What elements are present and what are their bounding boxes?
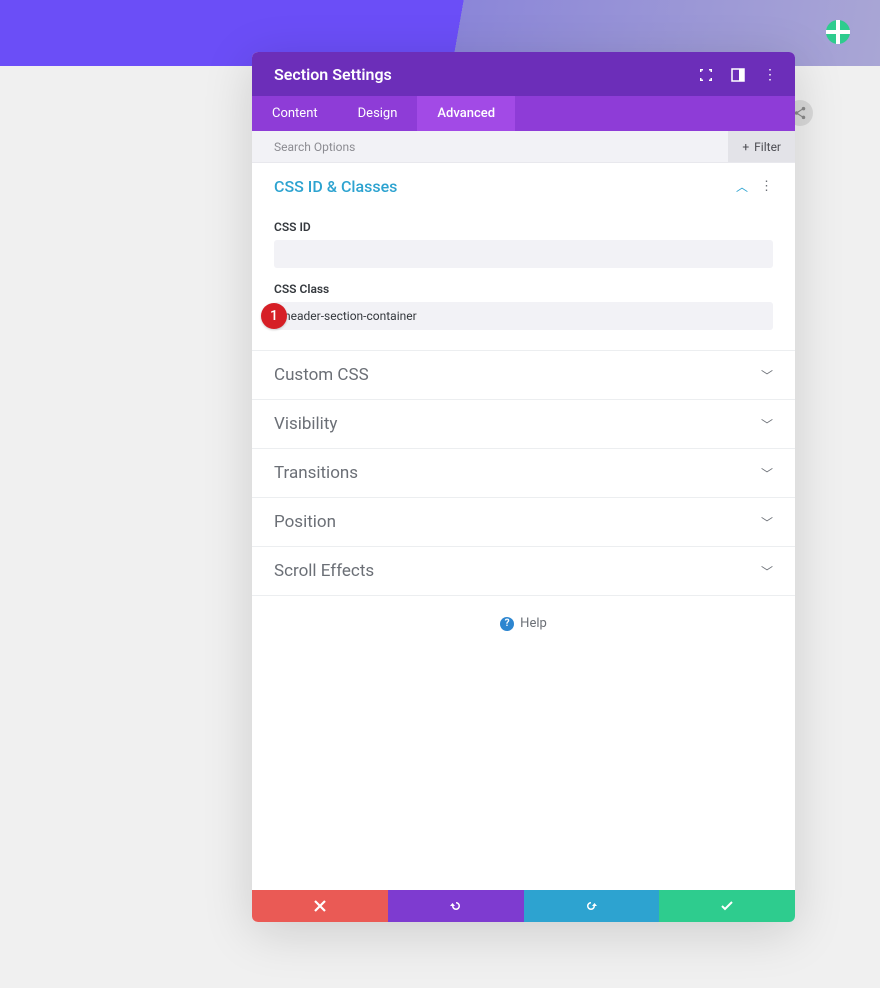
panel-header: Section Settings ⋮ bbox=[252, 52, 795, 96]
field-css-id: CSS ID bbox=[274, 220, 773, 268]
more-menu-icon[interactable]: ⋮ bbox=[763, 68, 777, 82]
section-header-position[interactable]: Position ﹀ bbox=[252, 498, 795, 546]
chevron-down-icon: ﹀ bbox=[761, 465, 773, 482]
css-id-input[interactable] bbox=[274, 240, 773, 268]
settings-panel: Section Settings ⋮ Content Design Advanc… bbox=[252, 52, 795, 922]
section-title: CSS ID & Classes bbox=[274, 177, 397, 196]
chevron-down-icon: ﹀ bbox=[761, 563, 773, 580]
undo-icon bbox=[450, 900, 462, 912]
filter-button[interactable]: + Filter bbox=[728, 131, 795, 162]
section-header-transitions[interactable]: Transitions ﹀ bbox=[252, 449, 795, 497]
panel-title: Section Settings bbox=[274, 65, 392, 84]
section-body-css-id-classes: CSS ID CSS Class 1 bbox=[252, 210, 795, 350]
section-more-icon[interactable]: ⋮ bbox=[760, 179, 773, 194]
close-icon bbox=[314, 900, 326, 912]
section-header-css-id-classes[interactable]: CSS ID & Classes ︿ ⋮ bbox=[252, 163, 795, 210]
undo-button[interactable] bbox=[388, 890, 524, 922]
annotation-step-badge: 1 bbox=[261, 303, 287, 329]
section-custom-css: Custom CSS ﹀ bbox=[252, 351, 795, 400]
css-class-input[interactable] bbox=[274, 302, 773, 330]
help-icon: ? bbox=[500, 617, 514, 631]
dock-icon[interactable] bbox=[731, 68, 745, 82]
section-title: Scroll Effects bbox=[274, 561, 374, 581]
section-header-custom-css[interactable]: Custom CSS ﹀ bbox=[252, 351, 795, 399]
redo-button[interactable] bbox=[524, 890, 660, 922]
section-header-scroll-effects[interactable]: Scroll Effects ﹀ bbox=[252, 547, 795, 595]
tab-advanced[interactable]: Advanced bbox=[417, 96, 515, 131]
expand-icon[interactable] bbox=[699, 68, 713, 82]
search-row: + Filter bbox=[252, 131, 795, 163]
plus-icon: + bbox=[742, 140, 749, 154]
panel-footer bbox=[252, 890, 795, 922]
section-header-visibility[interactable]: Visibility ﹀ bbox=[252, 400, 795, 448]
panel-tabs: Content Design Advanced bbox=[252, 96, 795, 131]
section-title: Position bbox=[274, 512, 336, 532]
section-scroll-effects: Scroll Effects ﹀ bbox=[252, 547, 795, 596]
tab-design[interactable]: Design bbox=[338, 96, 418, 131]
chevron-down-icon: ﹀ bbox=[761, 367, 773, 384]
chevron-down-icon: ﹀ bbox=[761, 514, 773, 531]
section-transitions: Transitions ﹀ bbox=[252, 449, 795, 498]
save-button[interactable] bbox=[659, 890, 795, 922]
section-visibility: Visibility ﹀ bbox=[252, 400, 795, 449]
css-class-label: CSS Class bbox=[274, 282, 773, 296]
chevron-up-icon: ︿ bbox=[736, 178, 748, 195]
css-id-label: CSS ID bbox=[274, 220, 773, 234]
panel-body: CSS ID & Classes ︿ ⋮ CSS ID CSS Class 1 bbox=[252, 163, 795, 890]
field-css-class: CSS Class 1 bbox=[274, 282, 773, 330]
section-title: Transitions bbox=[274, 463, 358, 483]
redo-icon bbox=[585, 900, 597, 912]
chevron-down-icon: ﹀ bbox=[761, 416, 773, 433]
tab-content[interactable]: Content bbox=[252, 96, 338, 131]
section-position: Position ﹀ bbox=[252, 498, 795, 547]
section-title: Custom CSS bbox=[274, 365, 369, 385]
add-section-button[interactable] bbox=[826, 20, 850, 44]
section-css-id-classes: CSS ID & Classes ︿ ⋮ CSS ID CSS Class 1 bbox=[252, 163, 795, 351]
search-input[interactable] bbox=[274, 131, 728, 162]
check-icon bbox=[721, 900, 733, 912]
cancel-button[interactable] bbox=[252, 890, 388, 922]
panel-header-icons: ⋮ bbox=[699, 68, 777, 82]
section-title: Visibility bbox=[274, 414, 337, 434]
filter-label: Filter bbox=[754, 140, 781, 154]
help-row[interactable]: ? Help bbox=[252, 596, 795, 651]
help-label: Help bbox=[520, 616, 547, 631]
